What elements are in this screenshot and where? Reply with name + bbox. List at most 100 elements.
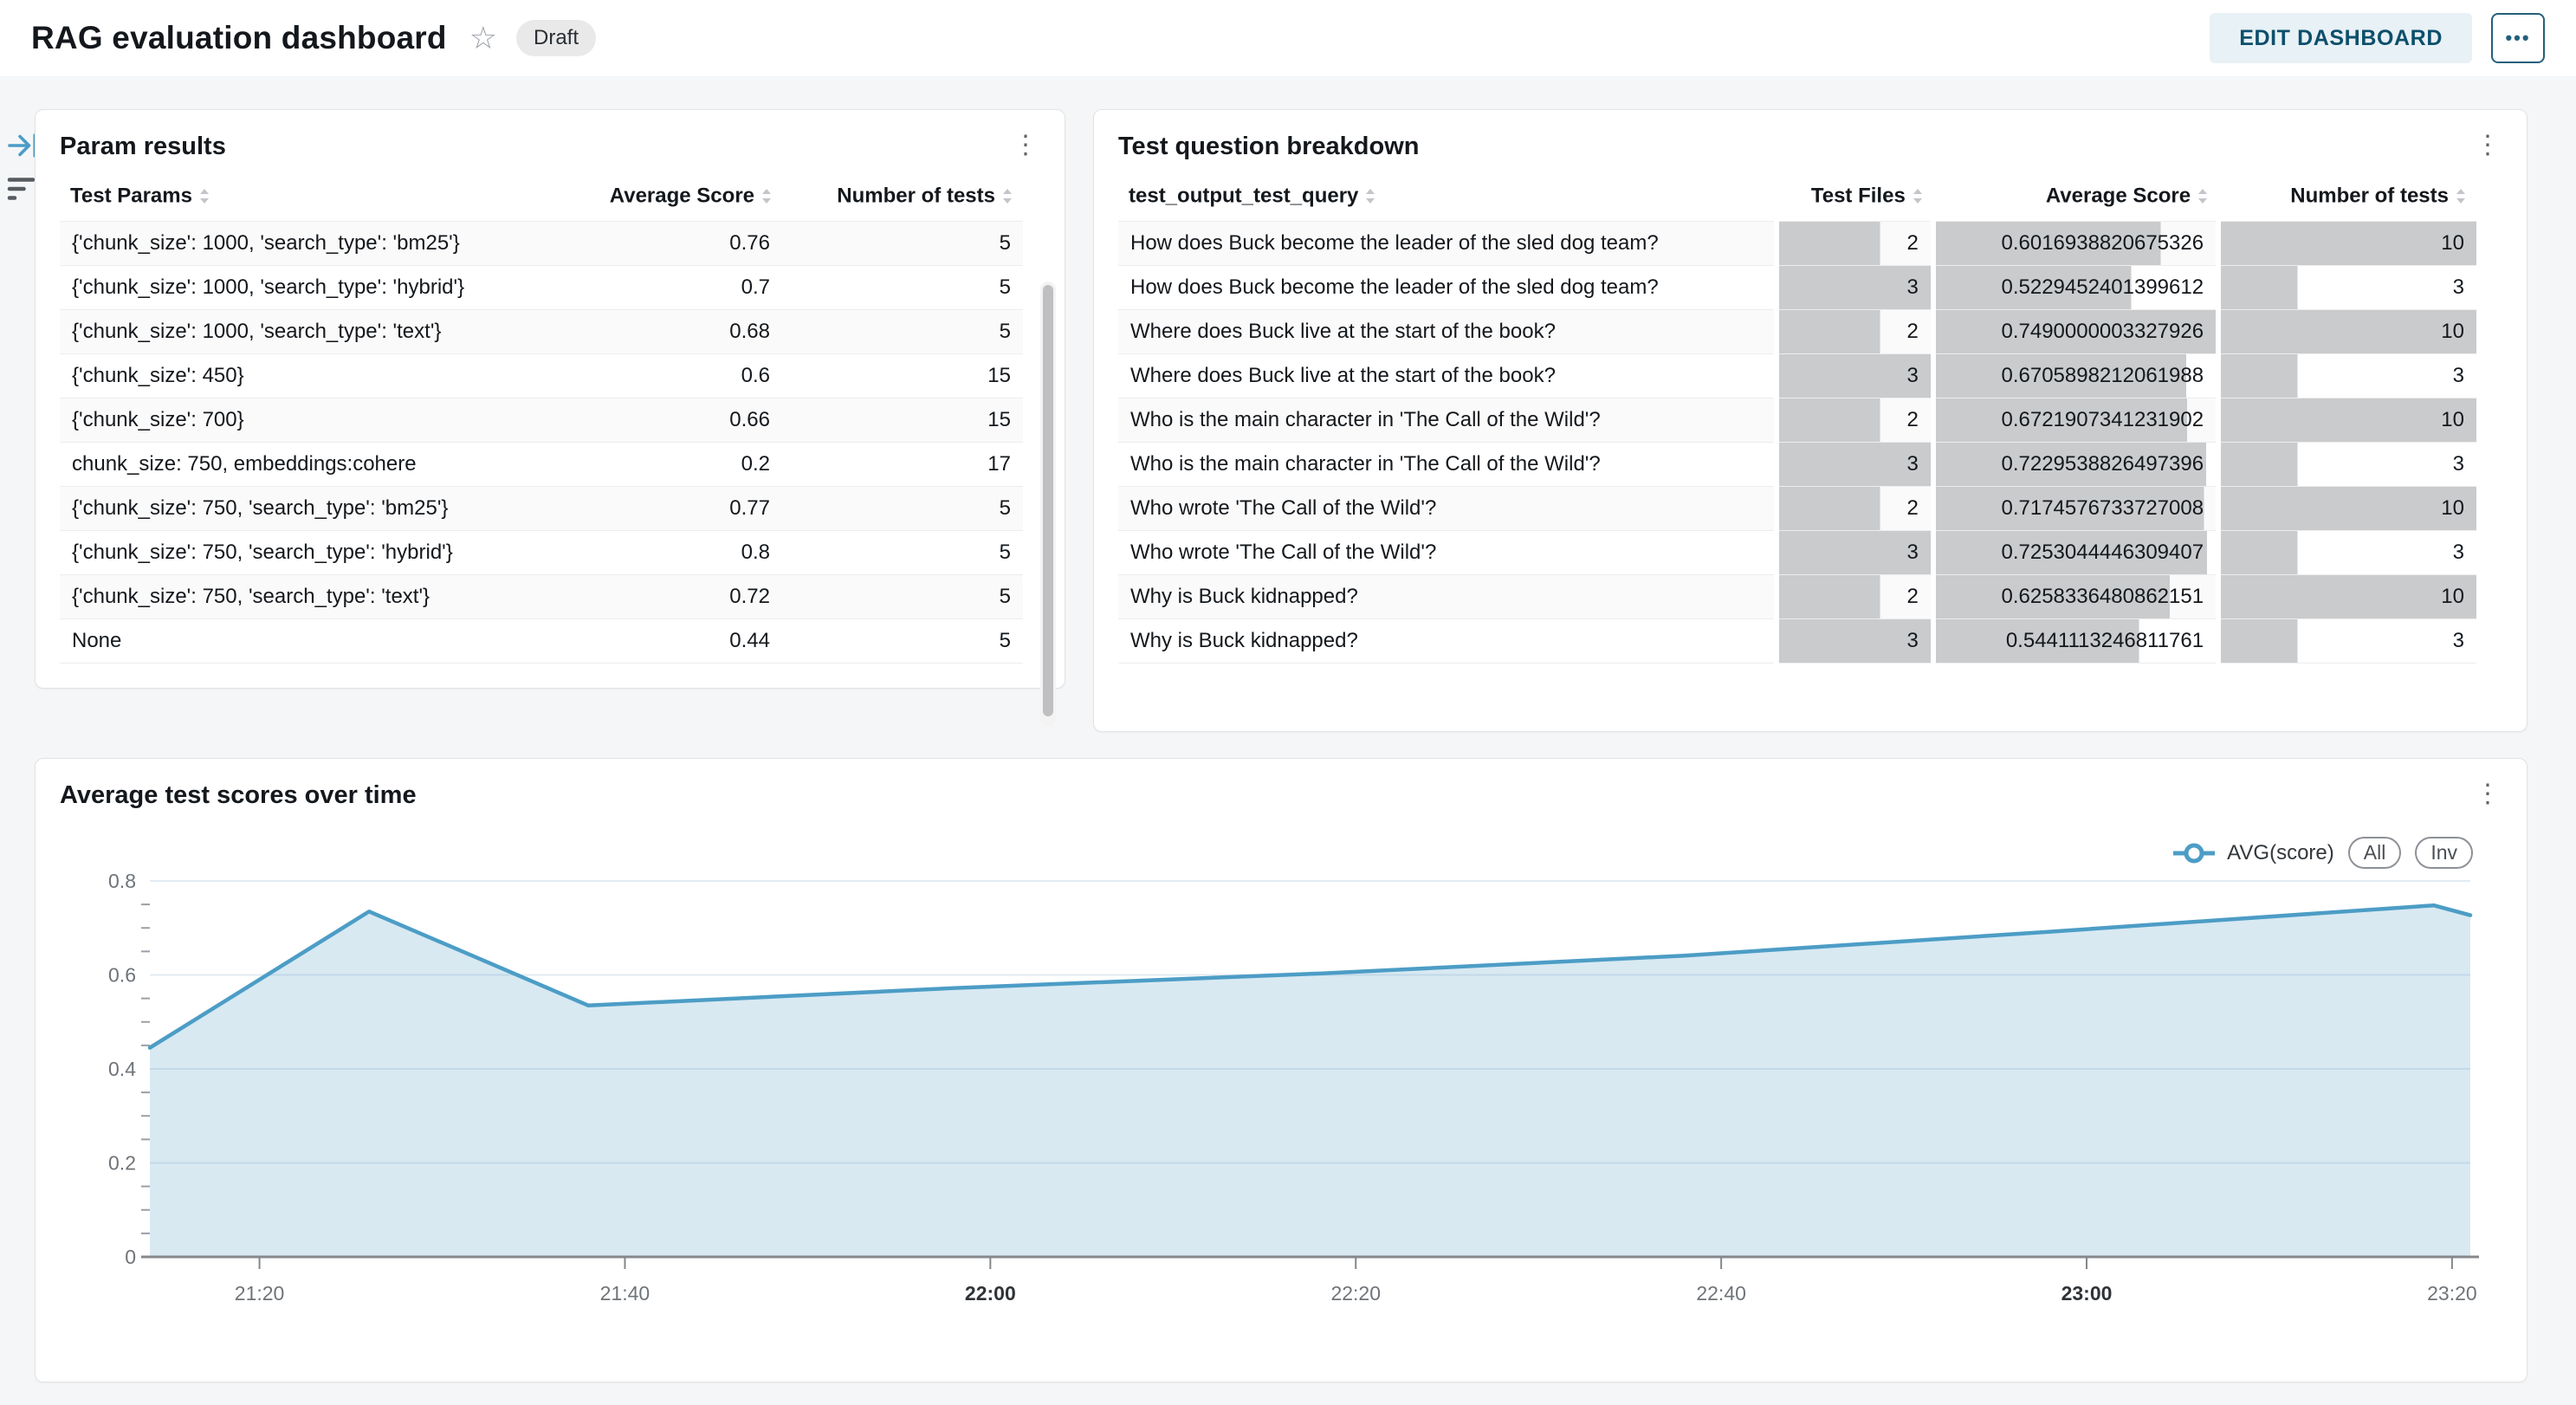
svg-text:23:00: 23:00 <box>2061 1282 2113 1305</box>
kebab-menu-icon[interactable]: ⋮ <box>2468 133 2508 159</box>
table-row: Why is Buck kidnapped?30.544111324681176… <box>1118 618 2476 663</box>
table-cell: 5 <box>782 530 1023 574</box>
bar-cell: 3 <box>1777 618 1932 663</box>
legend-series-toggle[interactable]: AVG(score) <box>2171 841 2334 865</box>
bar-cell: 0.6258336480862151 <box>1933 574 2218 618</box>
table-cell: 5 <box>782 221 1023 265</box>
bar-cell: 2 <box>1777 398 1932 442</box>
bar-cell: 3 <box>1777 442 1932 486</box>
column-header[interactable]: test_output_test_query <box>1118 173 1777 221</box>
table-cell: {'chunk_size': 750, 'search_type': 'text… <box>60 574 541 618</box>
table-row: {'chunk_size': 1000, 'search_type': 'tex… <box>60 309 1023 353</box>
edit-dashboard-button[interactable]: EDIT DASHBOARD <box>2210 13 2472 63</box>
table-row: {'chunk_size': 1000, 'search_type': 'bm2… <box>60 221 1023 265</box>
table-cell: 5 <box>782 265 1023 309</box>
table-cell: {'chunk_size': 750, 'search_type': 'bm25… <box>60 486 541 530</box>
table-row: {'chunk_size': 750, 'search_type': 'bm25… <box>60 486 1023 530</box>
bar-cell: 0.7490000003327926 <box>1933 309 2218 353</box>
table-row: {'chunk_size': 700}0.6615 <box>60 398 1023 442</box>
column-header[interactable]: Number of tests <box>2218 173 2476 221</box>
more-options-button[interactable]: ••• <box>2491 13 2545 63</box>
bar-cell: 3 <box>1777 353 1932 398</box>
table-cell: 5 <box>782 574 1023 618</box>
column-header[interactable]: Number of tests <box>782 173 1023 221</box>
svg-text:23:20: 23:20 <box>2427 1282 2477 1305</box>
table-cell: How does Buck become the leader of the s… <box>1118 221 1777 265</box>
bar-cell: 0.7229538826497396 <box>1933 442 2218 486</box>
bar-cell: 3 <box>1777 265 1932 309</box>
table-cell: 5 <box>782 309 1023 353</box>
table-cell: 0.6 <box>541 353 782 398</box>
table-cell: Where does Buck live at the start of the… <box>1118 309 1777 353</box>
table-cell: 0.8 <box>541 530 782 574</box>
bar-cell: 0.5229452401399612 <box>1933 265 2218 309</box>
table-row: Who is the main character in 'The Call o… <box>1118 442 2476 486</box>
kebab-menu-icon[interactable]: ⋮ <box>1006 133 1045 159</box>
svg-text:0.8: 0.8 <box>108 870 136 892</box>
table-row: {'chunk_size': 1000, 'search_type': 'hyb… <box>60 265 1023 309</box>
bar-cell: 10 <box>2218 574 2476 618</box>
bar-cell: 3 <box>2218 265 2476 309</box>
bar-cell: 2 <box>1777 574 1932 618</box>
table-row: {'chunk_size': 750, 'search_type': 'text… <box>60 574 1023 618</box>
table-cell: Why is Buck kidnapped? <box>1118 574 1777 618</box>
table-cell: 0.44 <box>541 618 782 663</box>
bar-cell: 0.6705898212061988 <box>1933 353 2218 398</box>
table-cell: 15 <box>782 353 1023 398</box>
svg-text:21:40: 21:40 <box>600 1282 650 1305</box>
bar-cell: 3 <box>2218 442 2476 486</box>
table-cell: Who is the main character in 'The Call o… <box>1118 398 1777 442</box>
table-cell: {'chunk_size': 750, 'search_type': 'hybr… <box>60 530 541 574</box>
table-cell: 0.68 <box>541 309 782 353</box>
table-cell: None <box>60 618 541 663</box>
svg-text:22:20: 22:20 <box>1330 1282 1381 1305</box>
star-icon[interactable]: ☆ <box>469 23 497 54</box>
line-chart[interactable]: 00.20.40.60.821:2021:4022:0022:2022:4023… <box>53 863 2511 1348</box>
table-cell: chunk_size: 750, embeddings:cohere <box>60 442 541 486</box>
bar-cell: 2 <box>1777 221 1932 265</box>
param-results-table: Test ParamsAverage ScoreNumber of tests … <box>60 173 1023 664</box>
table-cell: {'chunk_size': 1000, 'search_type': 'hyb… <box>60 265 541 309</box>
bar-cell: 0.7253044446309407 <box>1933 530 2218 574</box>
table-row: Who is the main character in 'The Call o… <box>1118 398 2476 442</box>
table-cell: 0.76 <box>541 221 782 265</box>
bar-cell: 0.5441113246811761 <box>1933 618 2218 663</box>
table-cell: 5 <box>782 486 1023 530</box>
bar-cell: 0.7174576733727008 <box>1933 486 2218 530</box>
bar-cell: 3 <box>2218 618 2476 663</box>
bar-cell: 10 <box>2218 221 2476 265</box>
series-marker-icon <box>2171 842 2217 864</box>
svg-text:22:40: 22:40 <box>1696 1282 1746 1305</box>
svg-text:21:20: 21:20 <box>235 1282 285 1305</box>
table-cell: Who wrote 'The Call of the Wild'? <box>1118 530 1777 574</box>
table-cell: {'chunk_size': 1000, 'search_type': 'bm2… <box>60 221 541 265</box>
scrollbar-thumb[interactable] <box>1043 285 1053 716</box>
bar-cell: 10 <box>2218 486 2476 530</box>
table-cell: {'chunk_size': 700} <box>60 398 541 442</box>
bar-cell: 10 <box>2218 309 2476 353</box>
table-cell: 5 <box>782 618 1023 663</box>
table-row: How does Buck become the leader of the s… <box>1118 265 2476 309</box>
svg-text:0.2: 0.2 <box>108 1152 136 1175</box>
bar-cell: 10 <box>2218 398 2476 442</box>
table-cell: 0.72 <box>541 574 782 618</box>
table-row: Where does Buck live at the start of the… <box>1118 353 2476 398</box>
legend-series-label: AVG(score) <box>2227 841 2334 865</box>
table-cell: Why is Buck kidnapped? <box>1118 618 1777 663</box>
column-header[interactable]: Average Score <box>1933 173 2218 221</box>
param-results-card: Param results ⋮ Test ParamsAverage Score… <box>35 109 1065 689</box>
column-header[interactable]: Average Score <box>541 173 782 221</box>
table-row: {'chunk_size': 450}0.615 <box>60 353 1023 398</box>
page-title: RAG evaluation dashboard <box>31 20 447 56</box>
card-title: Average test scores over time <box>60 781 417 810</box>
bar-cell: 3 <box>2218 530 2476 574</box>
column-header[interactable]: Test Files <box>1777 173 1932 221</box>
table-cell: {'chunk_size': 450} <box>60 353 541 398</box>
table-scrollbar <box>1040 282 1056 727</box>
table-cell: 17 <box>782 442 1023 486</box>
table-header-row: Test ParamsAverage ScoreNumber of tests <box>60 173 1023 221</box>
column-header[interactable]: Test Params <box>60 173 541 221</box>
kebab-menu-icon[interactable]: ⋮ <box>2468 781 2508 807</box>
top-bar: RAG evaluation dashboard ☆ Draft EDIT DA… <box>0 0 2576 76</box>
table-row: Who wrote 'The Call of the Wild'?20.7174… <box>1118 486 2476 530</box>
